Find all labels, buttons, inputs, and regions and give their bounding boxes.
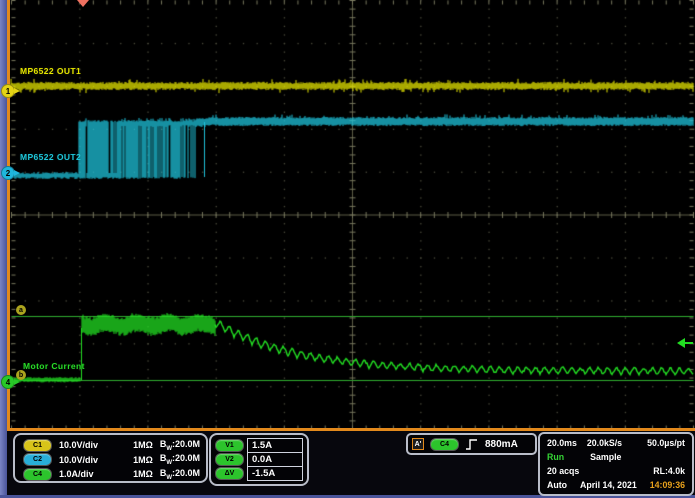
ch4-impedance: 1MΩ bbox=[133, 469, 153, 479]
ch4-bandwidth: BW:20.0M bbox=[160, 468, 200, 481]
trigger-position-marker[interactable] bbox=[77, 0, 89, 7]
cursor-v2-badge[interactable]: V2 bbox=[215, 453, 244, 466]
ch1-bw-value: :20.0M bbox=[172, 439, 200, 449]
status-row: Auto April 14, 2021 14:09:36 bbox=[547, 480, 685, 490]
acquisition-mode: Sample bbox=[590, 452, 621, 462]
ch2-badge[interactable]: C2 bbox=[23, 453, 52, 466]
ch4-scale: 1.0A/div bbox=[59, 469, 114, 479]
sample-rate: 20.0kS/s bbox=[587, 438, 622, 448]
acquisition-count: 20 acqs bbox=[547, 466, 579, 476]
ch1-trace-label: MP6522 OUT1 bbox=[20, 66, 81, 76]
record-length: RL:4.0k bbox=[653, 466, 685, 476]
ch1-badge[interactable]: C1 bbox=[23, 439, 52, 452]
cursor-pills: V1 V2 ΔV bbox=[215, 438, 244, 481]
ch2-scale: 10.0V/div bbox=[59, 455, 114, 465]
trigger-mode[interactable]: Auto bbox=[547, 480, 567, 490]
trigger-a-badge: A' bbox=[412, 438, 424, 450]
acquisition-panel: 20.0ms 20.0kS/s 50.0µs/pt Run Sample 20 … bbox=[538, 432, 694, 496]
timebase-row: 20.0ms 20.0kS/s 50.0µs/pt bbox=[547, 438, 685, 448]
cursor-readout-panel: V1 V2 ΔV 1.5A 0.0A -1.5A bbox=[209, 433, 309, 486]
trigger-level-arrow-tail bbox=[684, 342, 693, 344]
cursor-b-marker[interactable]: b bbox=[16, 370, 26, 380]
ch1-ground-marker[interactable]: 1 bbox=[1, 84, 15, 98]
timebase-value[interactable]: 20.0ms bbox=[547, 438, 577, 448]
time-label: 14:09:36 bbox=[650, 480, 685, 490]
ch2-impedance: 1MΩ bbox=[133, 455, 153, 465]
trigger-level-value: 880mA bbox=[485, 439, 518, 450]
ch2-bw-value: :20.0M bbox=[172, 453, 200, 463]
cursor-v1-value: 1.5A bbox=[248, 439, 302, 453]
resolution: 50.0µs/pt bbox=[647, 438, 685, 448]
run-state-row: Run Sample bbox=[547, 452, 685, 462]
channels-panel: C1 10.0V/div 1MΩ BW:20.0M C2 10.0V/div 1… bbox=[13, 433, 208, 483]
window-border-left bbox=[0, 0, 7, 498]
cursor-v1-badge[interactable]: V1 bbox=[215, 439, 244, 452]
trigger-level-marker[interactable] bbox=[677, 338, 693, 348]
ch2-ground-marker[interactable]: 2 bbox=[1, 166, 15, 180]
trigger-source-badge[interactable]: C4 bbox=[430, 438, 459, 451]
cursor-values: 1.5A 0.0A -1.5A bbox=[247, 438, 303, 481]
ch2-trace-label: MP6522 OUT2 bbox=[20, 152, 81, 162]
ch2-settings-row: C2 10.0V/div 1MΩ BW:20.0M bbox=[23, 453, 200, 468]
ch1-impedance: 1MΩ bbox=[133, 440, 153, 450]
ch4-bw-value: :20.0M bbox=[172, 468, 200, 478]
ch4-ground-marker[interactable]: 4 bbox=[1, 375, 15, 389]
cursor-dv-badge[interactable]: ΔV bbox=[215, 467, 244, 480]
ch4-badge[interactable]: C4 bbox=[23, 468, 52, 481]
graticule-border-bottom bbox=[7, 428, 695, 431]
acquisitions-row: 20 acqs RL:4.0k bbox=[547, 466, 685, 476]
cursor-v2-value: 0.0A bbox=[248, 453, 302, 467]
date-label: April 14, 2021 bbox=[580, 480, 637, 490]
ch1-scale: 10.0V/div bbox=[59, 440, 114, 450]
trigger-readout-panel[interactable]: A' C4 880mA bbox=[406, 433, 537, 455]
waveform-display bbox=[0, 0, 695, 430]
ch1-settings-row: C1 10.0V/div 1MΩ BW:20.0M bbox=[23, 438, 200, 453]
ch2-bandwidth: BW:20.0M bbox=[160, 453, 200, 466]
ch4-settings-row: C4 1.0A/div 1MΩ BW:20.0M bbox=[23, 467, 200, 482]
rising-edge-icon bbox=[465, 438, 479, 451]
ch4-trace-label: Motor Current bbox=[23, 361, 85, 371]
graticule-border-left bbox=[7, 0, 10, 431]
ch1-bandwidth: BW:20.0M bbox=[160, 439, 200, 452]
timebase-group: 20.0ms 20.0kS/s bbox=[547, 438, 622, 448]
cursor-dv-value: -1.5A bbox=[248, 467, 302, 480]
run-state[interactable]: Run bbox=[547, 452, 564, 462]
cursor-a-marker[interactable]: a bbox=[16, 305, 26, 315]
